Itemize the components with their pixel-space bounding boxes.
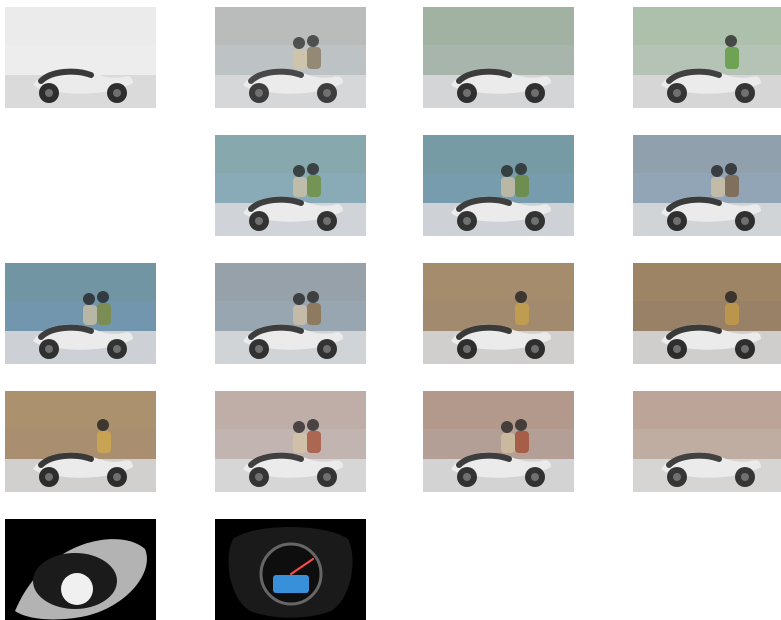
thumbnail-image bbox=[423, 263, 574, 364]
gallery-thumbnail[interactable] bbox=[5, 263, 156, 364]
thumbnail-image bbox=[5, 391, 156, 492]
thumbnail-image bbox=[5, 263, 156, 364]
thumbnail-image bbox=[215, 7, 366, 108]
thumbnail-image bbox=[215, 391, 366, 492]
image-gallery-grid bbox=[0, 0, 781, 620]
gallery-thumbnail[interactable] bbox=[633, 7, 781, 108]
thumbnail-image bbox=[423, 391, 574, 492]
gallery-thumbnail[interactable] bbox=[633, 263, 781, 364]
thumbnail-image bbox=[633, 263, 781, 364]
gallery-thumbnail[interactable] bbox=[633, 391, 781, 492]
gallery-thumbnail[interactable] bbox=[215, 7, 366, 108]
gallery-thumbnail[interactable] bbox=[5, 7, 156, 108]
gallery-thumbnail[interactable] bbox=[423, 7, 574, 108]
thumbnail-image bbox=[5, 519, 156, 620]
thumbnail-image bbox=[633, 7, 781, 108]
gallery-thumbnail[interactable] bbox=[5, 391, 156, 492]
gallery-thumbnail[interactable] bbox=[215, 391, 366, 492]
thumbnail-image bbox=[633, 135, 781, 236]
thumbnail-image bbox=[215, 135, 366, 236]
thumbnail-image bbox=[215, 519, 366, 620]
thumbnail-image bbox=[5, 7, 156, 108]
thumbnail-image bbox=[423, 7, 574, 108]
gallery-thumbnail[interactable] bbox=[5, 519, 156, 620]
gallery-thumbnail[interactable] bbox=[423, 263, 574, 364]
thumbnail-image bbox=[215, 263, 366, 364]
gallery-thumbnail[interactable] bbox=[633, 135, 781, 236]
thumbnail-image bbox=[633, 391, 781, 492]
gallery-thumbnail[interactable] bbox=[215, 263, 366, 364]
thumbnail-image bbox=[423, 135, 574, 236]
gallery-thumbnail[interactable] bbox=[423, 135, 574, 236]
gallery-thumbnail[interactable] bbox=[215, 135, 366, 236]
gallery-thumbnail[interactable] bbox=[423, 391, 574, 492]
gallery-thumbnail[interactable] bbox=[215, 519, 366, 620]
